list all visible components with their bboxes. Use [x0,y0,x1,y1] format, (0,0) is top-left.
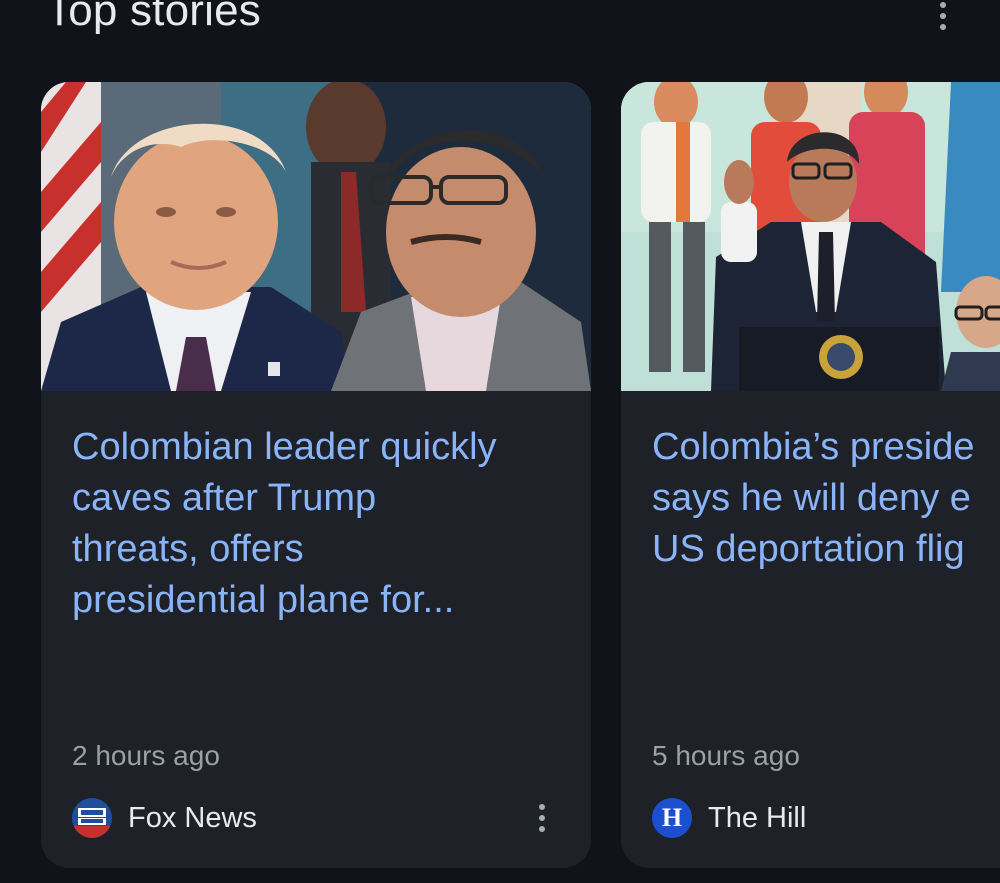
source-name: The Hill [708,801,807,834]
story-source[interactable]: Fox News [72,798,257,838]
story-card[interactable]: Colombia’s preside says he will deny e U… [621,82,1000,868]
more-vert-icon[interactable] [928,2,958,32]
story-time: 5 hours ago [652,740,800,771]
fox-news-logo-icon [72,798,112,838]
story-card[interactable]: Colombian leader quickly caves after Tru… [41,82,591,868]
source-name: Fox News [128,801,257,834]
the-hill-logo-icon: H [652,798,692,838]
section-title: Top stories [46,0,261,35]
story-thumbnail [621,82,1000,391]
story-headline[interactable]: Colombian leader quickly caves after Tru… [72,422,572,626]
story-source[interactable]: H The Hill [652,798,806,838]
more-vert-icon[interactable] [529,800,555,836]
story-time: 2 hours ago [72,740,220,771]
story-headline[interactable]: Colombia’s preside says he will deny e U… [652,422,1000,575]
story-thumbnail [41,82,591,391]
top-stories-section: Top stories Colombian leader quickly cav… [0,0,1000,883]
